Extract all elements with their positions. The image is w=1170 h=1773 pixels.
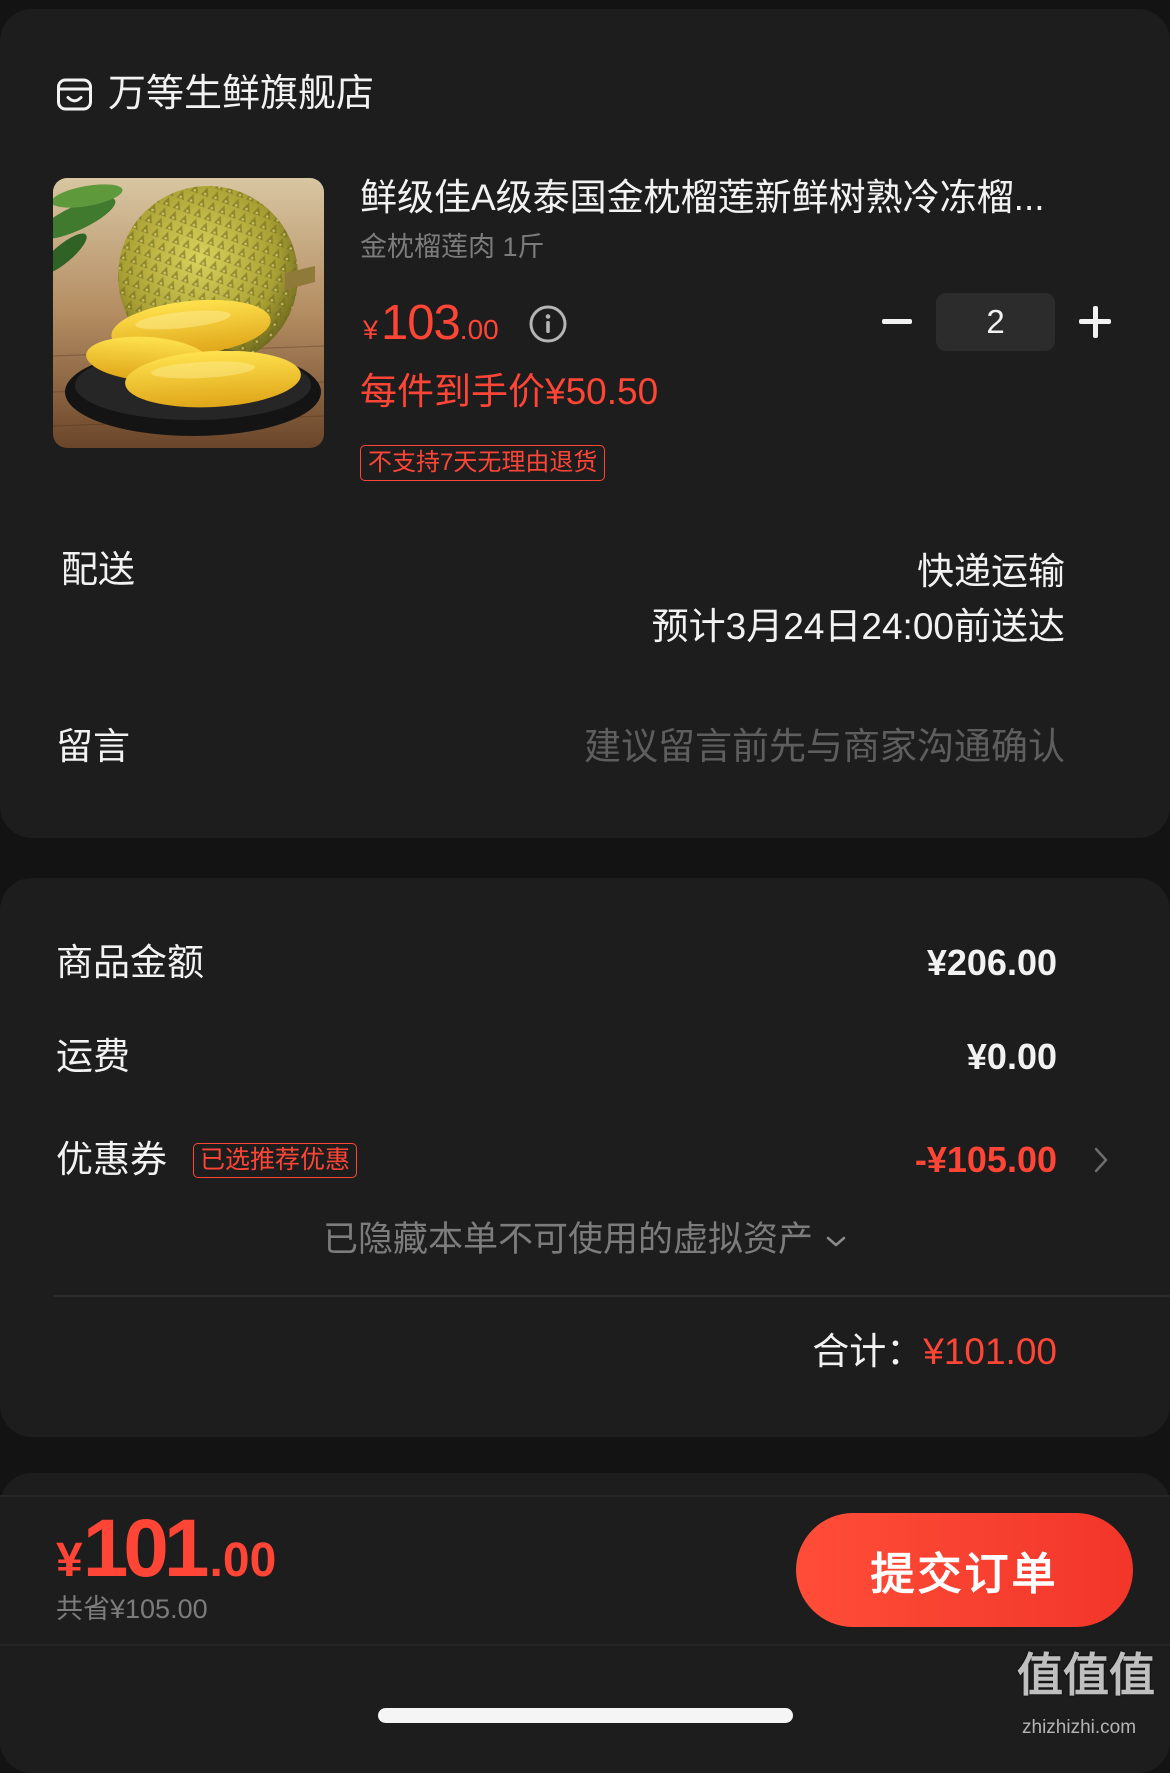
goods-amount-value: ¥206.00 (926, 942, 1057, 983)
store-icon (57, 78, 92, 110)
watermark-site: zhizhizhi.com (1022, 1717, 1137, 1738)
plus-icon-vertical (1092, 306, 1098, 338)
info-icon[interactable] (528, 304, 568, 344)
product-price: ¥103.00 (363, 295, 499, 358)
pay-currency: ¥ (56, 1534, 83, 1587)
submit-order-button[interactable]: 提交订单 (796, 1513, 1133, 1627)
minus-icon (882, 319, 912, 324)
shipping-fee-row: 运费 ¥0.00 (0, 1035, 1170, 1079)
coupon-row[interactable]: 优惠券 已选推荐优惠 -¥105.00 (0, 1138, 1170, 1182)
total-value: ¥101.00 (923, 1331, 1057, 1372)
delivery-label: 配送 (61, 549, 135, 590)
goods-amount-row: 商品金额 ¥206.00 (0, 941, 1170, 985)
product-title: 鲜级佳A级泰国金枕榴莲新鲜树熟冷冻榴... (360, 177, 1045, 218)
shipping-fee-label: 运费 (56, 1036, 130, 1077)
store-header[interactable]: 万等生鲜旗舰店 (56, 72, 374, 116)
message-input[interactable] (305, 725, 1065, 769)
pay-amount: ¥101.00 (56, 1504, 276, 1606)
price-summary-card: 商品金额 ¥206.00 运费 ¥0.00 优惠券 已选推荐优惠 -¥105.0… (0, 878, 1170, 1437)
return-policy-tag: 不支持7天无理由退货 (360, 445, 606, 481)
home-indicator[interactable] (378, 1708, 793, 1723)
divider (0, 1644, 1170, 1646)
order-card: 万等生鲜旗舰店 鲜级佳A级泰国金枕榴莲新鲜树熟冷冻榴... 金枕榴莲肉 1斤 ¥… (0, 9, 1170, 838)
coupon-discount-value: -¥105.00 (914, 1139, 1057, 1180)
message-label: 留言 (56, 726, 130, 767)
pay-integer: 101 (82, 1503, 210, 1594)
per-item-price: 每件到手价¥50.50 (360, 371, 659, 412)
shipping-fee-value: ¥0.00 (966, 1036, 1057, 1077)
saved-amount: 共省¥105.00 (56, 1594, 208, 1624)
coupon-label: 优惠券 (56, 1139, 167, 1180)
quantity-increase-button[interactable] (1067, 294, 1123, 350)
quantity-input[interactable] (936, 293, 1055, 351)
checkout-bar: ¥101.00 共省¥105.00 提交订单 值值值 zhizhizhi.com (0, 1495, 1170, 1747)
hidden-assets-toggle[interactable]: 已隐藏本单不可使用的虚拟资产 (0, 1218, 1170, 1262)
delivery-row: 配送 快递运输 预计3月24日24:00前送达 (0, 548, 1170, 649)
total-row: 合计：¥101.00 (812, 1330, 1057, 1374)
price-currency: ¥ (363, 315, 379, 345)
pay-decimal: .00 (209, 1534, 277, 1587)
quantity-box[interactable] (936, 293, 1055, 351)
chevron-down-icon (826, 1236, 846, 1246)
price-decimal: .00 (459, 314, 499, 345)
total-label: 合计： (812, 1331, 924, 1372)
quantity-decrease-button[interactable] (869, 294, 925, 350)
product-spec: 金枕榴莲肉 1斤 (360, 232, 545, 262)
chevron-right-icon (1094, 1147, 1108, 1173)
coupon-selected-tag: 已选推荐优惠 (193, 1143, 358, 1178)
store-name: 万等生鲜旗舰店 (108, 73, 375, 115)
delivery-eta: 预计3月24日24:00前送达 (651, 606, 1065, 647)
goods-amount-label: 商品金额 (56, 942, 204, 983)
watermark-logo: 值值值 (1017, 1649, 1155, 1701)
info-icon-glyph (529, 305, 567, 343)
divider (53, 1295, 1170, 1297)
message-row: 留言 (0, 725, 1170, 769)
hidden-assets-text: 已隐藏本单不可使用的虚拟资产 (322, 1220, 813, 1259)
price-integer: 103 (381, 296, 461, 350)
durian-photo (53, 178, 324, 448)
product-image[interactable] (53, 178, 324, 448)
delivery-method: 快递运输 (917, 551, 1065, 592)
